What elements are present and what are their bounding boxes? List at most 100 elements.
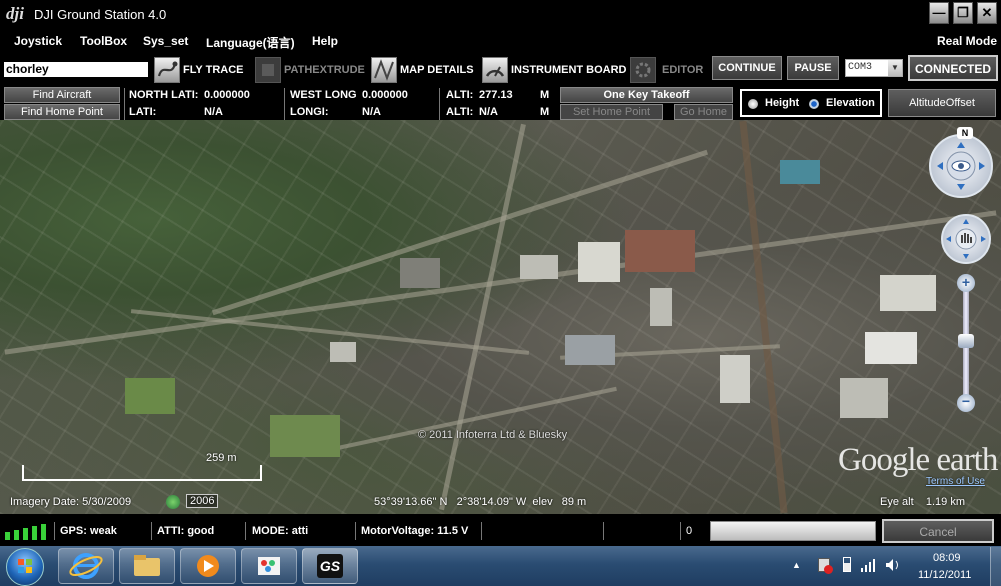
- mode-indicator: Real Mode: [937, 34, 998, 48]
- network-icon[interactable]: [860, 558, 876, 577]
- flag-error-icon[interactable]: [818, 558, 833, 574]
- north-lati-label: NORTH LATI:: [129, 89, 199, 101]
- taskbar-file-explorer[interactable]: [119, 548, 175, 584]
- north-lati-value: 0.000000: [204, 89, 250, 101]
- divider: [245, 522, 246, 540]
- volume-icon[interactable]: [884, 557, 902, 578]
- menu-toolbox[interactable]: ToolBox: [80, 34, 127, 48]
- pause-button[interactable]: PAUSE: [787, 56, 839, 80]
- taskbar-media-player[interactable]: [180, 548, 236, 584]
- location-search-input[interactable]: chorley: [4, 62, 148, 77]
- map-building: [400, 258, 440, 288]
- taskbar-ground-station[interactable]: GS: [302, 548, 358, 584]
- connected-button[interactable]: CONNECTED: [908, 55, 998, 81]
- map-building: [330, 342, 356, 362]
- green-field: [125, 378, 175, 414]
- one-key-takeoff-button[interactable]: One Key Takeoff: [560, 87, 733, 103]
- taskbar-paint[interactable]: [241, 548, 297, 584]
- paint-icon: [258, 557, 280, 575]
- map-road: [303, 386, 617, 458]
- alti-value: 277.13: [479, 89, 513, 101]
- fly-trace-button[interactable]: [154, 57, 180, 83]
- gear-icon: [635, 62, 651, 78]
- menu-help[interactable]: Help: [312, 34, 338, 48]
- map-road: [439, 123, 526, 511]
- close-button[interactable]: ✕: [977, 2, 997, 24]
- instrument-board-label[interactable]: INSTRUMENT BOARD: [511, 64, 627, 76]
- find-home-point-button[interactable]: Find Home Point: [4, 104, 120, 120]
- start-button[interactable]: [6, 548, 44, 586]
- show-hidden-icons-button[interactable]: ▲: [792, 560, 801, 570]
- google-earth-logo: Google earth: [838, 442, 998, 478]
- set-home-point-button[interactable]: Set Home Point: [560, 104, 663, 120]
- map-building: [650, 288, 672, 326]
- ground-station-icon: GS: [317, 554, 343, 578]
- divider: [284, 104, 285, 120]
- minimize-button[interactable]: —: [929, 2, 949, 24]
- divider: [54, 522, 55, 540]
- eye-altitude: Eye alt 1.19 km: [880, 496, 965, 508]
- menu-joystick[interactable]: Joystick: [14, 34, 62, 48]
- map-copyright: © 2011 Infoterra Ltd & Bluesky: [418, 429, 568, 441]
- show-desktop-button[interactable]: [990, 547, 1001, 586]
- historical-imagery-icon[interactable]: [166, 495, 180, 509]
- instrument-board-icon: [485, 66, 505, 77]
- go-home-button[interactable]: Go Home: [674, 104, 733, 120]
- com-port-select[interactable]: COM3 ▼: [845, 59, 903, 77]
- elevation-radio[interactable]: [809, 99, 819, 109]
- divider: [439, 88, 440, 104]
- motor-voltage-status: MotorVoltage: 11.5 V: [361, 525, 469, 537]
- fly-trace-icon: [157, 61, 178, 77]
- elevation-label[interactable]: Elevation: [826, 97, 875, 109]
- divider: [439, 104, 440, 120]
- lati-value: N/A: [204, 106, 223, 118]
- altitude-offset-button[interactable]: AltitudeOffset: [888, 89, 996, 117]
- height-radio[interactable]: [748, 99, 758, 109]
- menu-sys-set[interactable]: Sys_set: [143, 34, 188, 48]
- internet-explorer-icon: [69, 553, 103, 579]
- dji-ground-station-window: dji DJI Ground Station 4.0 — ❐ ✕ Joystic…: [0, 0, 1001, 586]
- map-building: [840, 378, 888, 418]
- map-building: [565, 335, 615, 365]
- pathextrude-icon: [262, 64, 274, 76]
- menu-language[interactable]: Language(语言): [206, 34, 295, 51]
- zoom-in-button[interactable]: +: [957, 274, 975, 292]
- editor-label[interactable]: EDITOR: [662, 64, 703, 76]
- divider: [680, 522, 681, 540]
- pathextrude-button[interactable]: [255, 57, 281, 83]
- map-details-button[interactable]: [371, 57, 397, 83]
- divider: [124, 104, 125, 120]
- instrument-board-button[interactable]: [482, 57, 508, 83]
- height-label[interactable]: Height: [765, 97, 799, 109]
- cancel-button[interactable]: Cancel: [882, 519, 994, 543]
- terms-of-use-link[interactable]: Terms of Use: [926, 476, 985, 487]
- look-around-control[interactable]: [929, 134, 993, 198]
- longi-value: N/A: [362, 106, 381, 118]
- mode-status: MODE: atti: [252, 525, 309, 537]
- map-building: [880, 275, 936, 311]
- find-aircraft-button[interactable]: Find Aircraft: [4, 87, 120, 103]
- divider: [124, 88, 125, 104]
- map-details-label[interactable]: MAP DETAILS: [400, 64, 474, 76]
- fly-trace-label[interactable]: FLY TRACE: [183, 64, 244, 76]
- continue-button[interactable]: CONTINUE: [712, 56, 782, 80]
- progress-counter: 0: [686, 525, 693, 537]
- imagery-year[interactable]: 2006: [186, 494, 219, 508]
- west-long-label: WEST LONG: [290, 89, 357, 101]
- battery-icon[interactable]: [843, 557, 851, 572]
- clock-time[interactable]: 08:09: [933, 552, 961, 564]
- north-indicator[interactable]: N: [957, 127, 973, 139]
- alti2-label: ALTI:: [446, 106, 474, 118]
- clock-date[interactable]: 11/12/2011: [918, 569, 971, 581]
- zoom-slider-handle[interactable]: [958, 334, 974, 348]
- move-control[interactable]: [941, 214, 991, 264]
- editor-button[interactable]: [630, 57, 656, 83]
- scale-bar: [22, 465, 262, 481]
- alti-label: ALTI:: [446, 89, 474, 101]
- taskbar-internet-explorer[interactable]: [58, 548, 114, 584]
- pathextrude-label[interactable]: PATHEXTRUDE: [284, 64, 365, 76]
- sports-field: [270, 415, 340, 457]
- zoom-out-button[interactable]: −: [957, 394, 975, 412]
- lati-label: LATI:: [129, 106, 157, 118]
- maximize-button[interactable]: ❐: [953, 2, 973, 24]
